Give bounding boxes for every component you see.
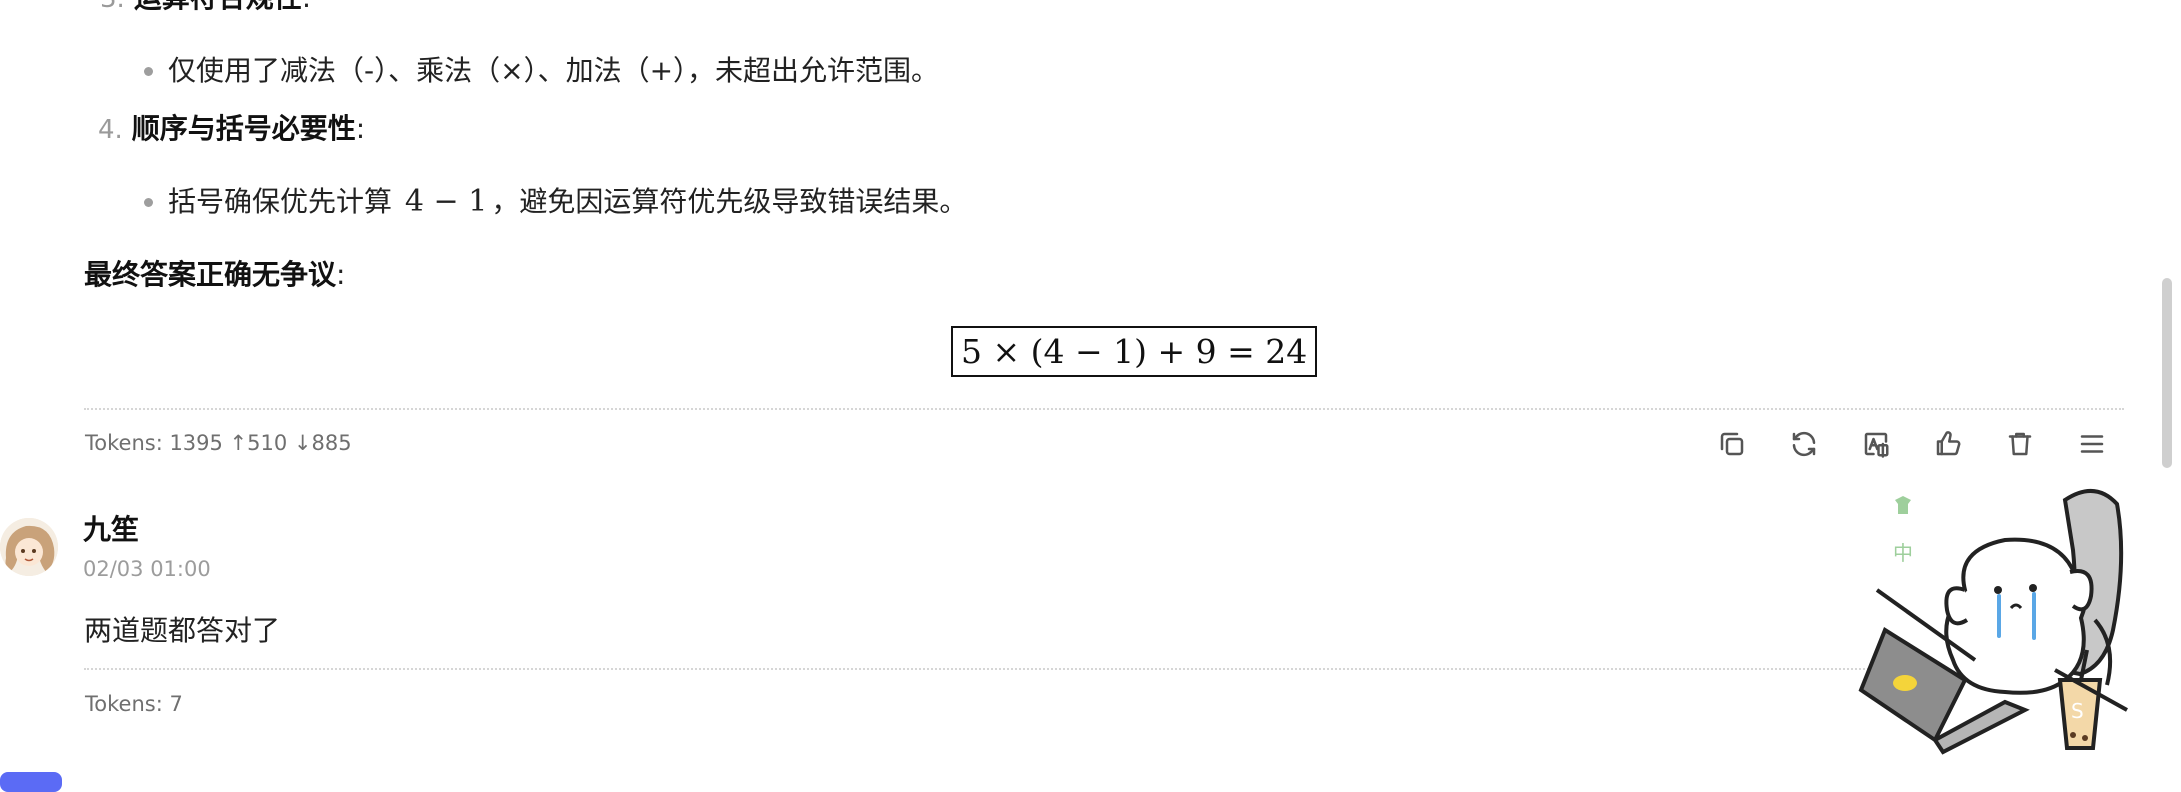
crying-puppy-laptop-icon: 中 S bbox=[1858, 489, 2128, 755]
user-message: 九笙 02/03 01:00 两道题都答对了 Tokens: 7 bbox=[0, 500, 2181, 730]
mascot-sticker: 中 S bbox=[1855, 470, 2135, 760]
scrollbar-track[interactable] bbox=[2160, 0, 2174, 781]
message-text: 两道题都答对了 bbox=[84, 614, 281, 647]
list-item-title: 顺序与括号必要性 bbox=[131, 112, 356, 145]
message-divider bbox=[84, 668, 1904, 670]
list-item-3-bullet: 仅使用了减法（-）、乘法（×）、加法（+），未超出允许范围。 bbox=[168, 54, 940, 87]
list-item-4-heading: 4. 顺序与括号必要性: bbox=[98, 112, 366, 145]
copy-icon[interactable] bbox=[1712, 424, 1752, 464]
regenerate-icon[interactable] bbox=[1784, 424, 1824, 464]
bullet-icon bbox=[144, 67, 153, 76]
svg-text:中: 中 bbox=[1893, 541, 1913, 565]
message-timestamp: 02/03 01:00 bbox=[83, 557, 211, 581]
final-answer-label: 最终答案正确无争议: bbox=[84, 258, 346, 291]
bullet-icon bbox=[144, 198, 153, 207]
token-count: Tokens: 1395 ↑510 ↓885 bbox=[85, 431, 352, 455]
svg-text:S: S bbox=[2071, 699, 2084, 723]
translate-icon[interactable] bbox=[1856, 424, 1896, 464]
list-item-title: 运算符合规性 bbox=[134, 0, 302, 14]
menu-icon[interactable] bbox=[2072, 424, 2112, 464]
list-number: 4. bbox=[98, 115, 123, 145]
message-actions bbox=[1712, 424, 2112, 464]
trash-icon[interactable] bbox=[2000, 424, 2040, 464]
inline-math: 4 − 1 bbox=[404, 184, 488, 219]
avatar-illustration bbox=[0, 518, 58, 576]
thumbs-up-icon[interactable] bbox=[1928, 424, 1968, 464]
assistant-message: 3. 运算符合规性: 仅使用了减法（-）、乘法（×）、加法（+），未超出允许范围… bbox=[0, 0, 2181, 470]
scrollbar-thumb[interactable] bbox=[2162, 278, 2172, 468]
next-message-avatar[interactable] bbox=[0, 772, 62, 792]
list-number: 3. bbox=[100, 0, 125, 14]
boxed-formula: 5 × (4 − 1) + 9 = 24 bbox=[951, 326, 1318, 377]
avatar[interactable] bbox=[0, 518, 58, 576]
message-divider bbox=[84, 408, 2124, 410]
token-count: Tokens: 7 bbox=[85, 692, 183, 716]
list-item-3-heading: 3. 运算符合规性: bbox=[100, 0, 311, 19]
list-item-4-bullet: 括号确保优先计算 4 − 1 ，避免因运算符优先级导致错误结果。 bbox=[168, 184, 968, 219]
user-name: 九笙 bbox=[83, 513, 140, 546]
